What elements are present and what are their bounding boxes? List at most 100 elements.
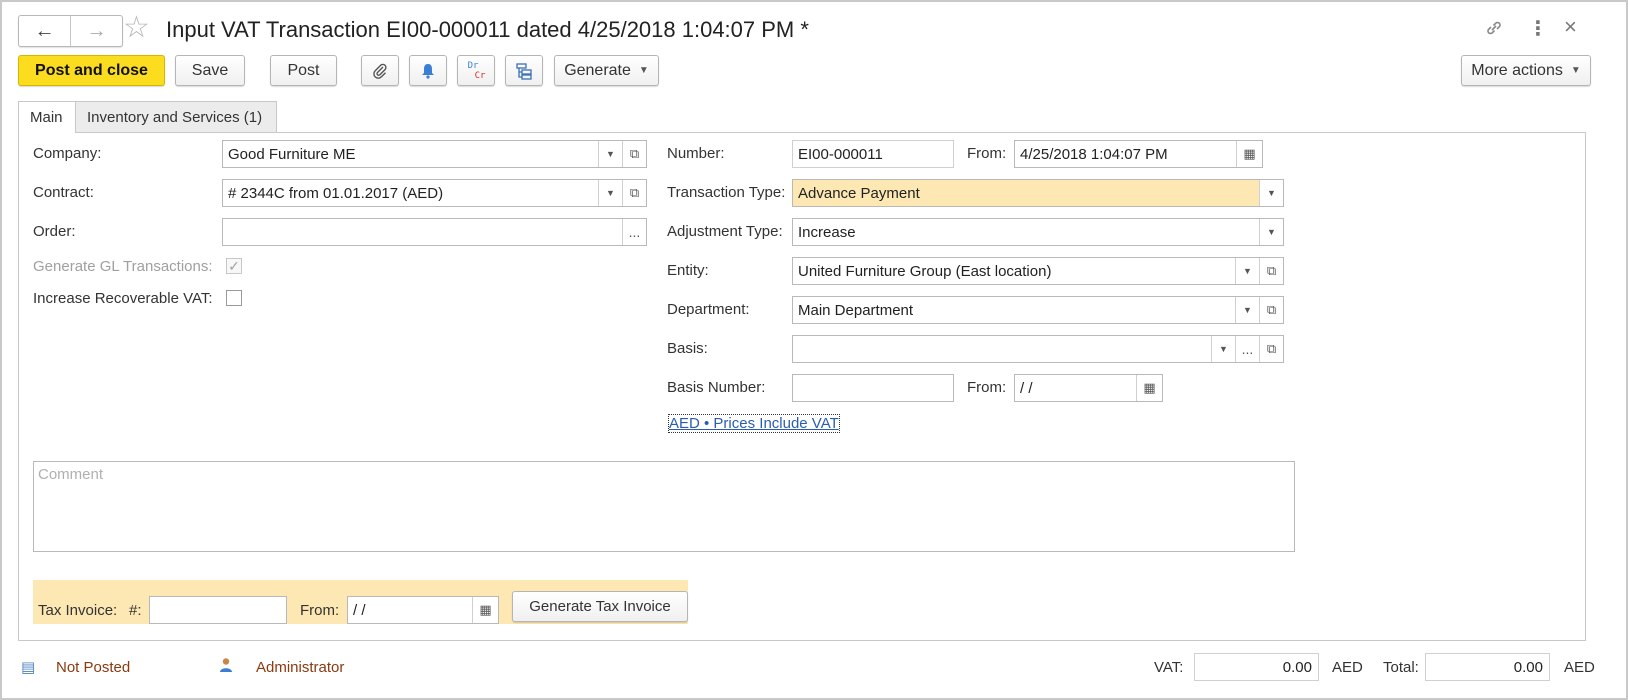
posting-status[interactable]: Not Posted: [56, 659, 130, 676]
vat-label: VAT:: [1154, 659, 1184, 676]
dropdown-icon[interactable]: ▼: [1259, 180, 1283, 206]
calendar-icon[interactable]: ▦: [1236, 141, 1262, 167]
forward-arrow-icon: →: [86, 19, 107, 42]
tax-invoice-number-field[interactable]: [149, 596, 287, 624]
basis-field[interactable]: ▼ ... ⧉: [792, 335, 1284, 363]
order-label: Order:: [33, 223, 76, 240]
paperclip-icon: [373, 63, 387, 79]
select-ellipsis-button[interactable]: ...: [622, 219, 646, 245]
from-label: From:: [967, 145, 1007, 162]
tax-invoice-from-label: From:: [300, 602, 340, 619]
link-icon[interactable]: [1484, 18, 1504, 43]
favorite-star-icon[interactable]: ☆: [123, 13, 150, 43]
close-icon[interactable]: ×: [1564, 14, 1577, 40]
vat-amount-value: 0.00: [1282, 658, 1312, 676]
navigation-buttons: ← →: [18, 15, 123, 47]
post-button[interactable]: Post: [270, 55, 337, 86]
bell-icon: [422, 63, 434, 79]
total-amount-value: 0.00: [1513, 658, 1543, 676]
select-ellipsis-button[interactable]: ...: [1235, 336, 1259, 362]
dropdown-icon[interactable]: ▼: [1235, 297, 1259, 323]
open-icon[interactable]: ⧉: [622, 141, 646, 167]
basis-number-field[interactable]: [792, 374, 954, 402]
increase-recoverable-vat-label: Increase Recoverable VAT:: [33, 290, 213, 307]
contract-field[interactable]: # 2344C from 01.01.2017 (AED) ▼ ⧉: [222, 179, 647, 207]
open-icon[interactable]: ⧉: [1259, 336, 1283, 362]
more-options-icon[interactable]: ⋮: [1528, 16, 1548, 41]
order-field[interactable]: ...: [222, 218, 647, 246]
dropdown-icon[interactable]: ▼: [598, 180, 622, 206]
adjustment-type-value: Increase: [798, 223, 856, 241]
department-field[interactable]: Main Department ▼ ⧉: [792, 296, 1284, 324]
basis-date-field[interactable]: / / ▦: [1014, 374, 1163, 402]
adjustment-type-field[interactable]: Increase ▼: [792, 218, 1284, 246]
basis-label: Basis:: [667, 340, 708, 357]
reminder-button[interactable]: [409, 55, 447, 86]
open-icon[interactable]: ⧉: [622, 180, 646, 206]
back-arrow-icon: ←: [34, 19, 55, 42]
cr-icon: Cr: [474, 70, 486, 81]
basis-number-label: Basis Number:: [667, 379, 766, 396]
transaction-type-field[interactable]: Advance Payment ▼: [792, 179, 1284, 207]
contract-label: Contract:: [33, 184, 94, 201]
dropdown-icon[interactable]: ▼: [1235, 258, 1259, 284]
generate-button[interactable]: Generate ▼: [554, 55, 659, 86]
structure-icon: [516, 62, 532, 80]
calendar-icon[interactable]: ▦: [1136, 375, 1162, 401]
total-label: Total:: [1383, 659, 1419, 676]
generate-gl-transactions-label: Generate GL Transactions:: [33, 258, 213, 275]
tab-main[interactable]: Main: [18, 101, 76, 133]
transaction-type-label: Transaction Type:: [667, 184, 786, 201]
entity-field[interactable]: United Furniture Group (East location) ▼…: [792, 257, 1284, 285]
tax-invoice-date-field[interactable]: / / ▦: [347, 596, 499, 624]
number-value: EI00-000011: [798, 145, 883, 163]
back-button[interactable]: ←: [19, 16, 70, 46]
attach-button[interactable]: [361, 55, 399, 86]
basis-from-label: From:: [967, 379, 1007, 396]
basis-date-value: / /: [1020, 379, 1033, 397]
document-structure-button[interactable]: [505, 55, 543, 86]
comment-textarea[interactable]: Comment: [33, 461, 1295, 552]
total-currency: AED: [1564, 659, 1595, 676]
generate-gl-transactions-checkbox: ✓: [226, 258, 242, 274]
dropdown-icon[interactable]: ▼: [598, 141, 622, 167]
gl-transactions-button[interactable]: Dr Cr: [457, 55, 495, 86]
company-value: Good Furniture ME: [228, 145, 356, 163]
forward-button[interactable]: →: [70, 16, 122, 46]
total-amount-field: 0.00: [1425, 653, 1550, 681]
open-icon[interactable]: ⧉: [1259, 297, 1283, 323]
dr-icon: Dr: [467, 60, 479, 71]
company-field[interactable]: Good Furniture ME ▼ ⧉: [222, 140, 647, 168]
date-field[interactable]: 4/25/2018 1:04:07 PM ▦: [1014, 140, 1263, 168]
adjustment-type-label: Adjustment Type:: [667, 223, 783, 240]
number-field[interactable]: EI00-000011: [792, 140, 954, 168]
currency-prices-link[interactable]: AED • Prices Include VAT: [668, 414, 840, 433]
more-actions-label: More actions: [1471, 61, 1563, 79]
user-icon: [219, 657, 233, 677]
status-icon: ▤: [21, 659, 36, 676]
post-and-close-button[interactable]: Post and close: [18, 55, 165, 86]
tax-invoice-date-value: / /: [353, 601, 366, 619]
window-title: Input VAT Transaction EI00-000011 dated …: [166, 17, 809, 42]
contract-value: # 2344C from 01.01.2017 (AED): [228, 184, 444, 202]
transaction-type-value: Advance Payment: [798, 184, 920, 202]
generate-tax-invoice-button[interactable]: Generate Tax Invoice: [512, 591, 688, 622]
vat-currency: AED: [1332, 659, 1363, 676]
save-button[interactable]: Save: [175, 55, 245, 86]
more-actions-button[interactable]: More actions ▼: [1461, 55, 1591, 86]
calendar-icon[interactable]: ▦: [472, 597, 498, 623]
dropdown-icon[interactable]: ▼: [1211, 336, 1235, 362]
entity-label: Entity:: [667, 262, 709, 279]
department-value: Main Department: [798, 301, 914, 319]
increase-recoverable-vat-checkbox[interactable]: [226, 290, 242, 306]
date-value: 4/25/2018 1:04:07 PM: [1020, 145, 1168, 163]
open-icon[interactable]: ⧉: [1259, 258, 1283, 284]
document-window: ← → ☆ Input VAT Transaction EI00-000011 …: [0, 0, 1628, 700]
chevron-down-icon: ▼: [1570, 65, 1581, 76]
tab-inventory-and-services[interactable]: Inventory and Services (1): [75, 101, 277, 132]
tax-invoice-label: Tax Invoice:: [38, 602, 118, 619]
author-name[interactable]: Administrator: [256, 659, 344, 676]
entity-value: United Furniture Group (East location): [798, 262, 1052, 280]
vat-amount-field: 0.00: [1194, 653, 1319, 681]
dropdown-icon[interactable]: ▼: [1259, 219, 1283, 245]
